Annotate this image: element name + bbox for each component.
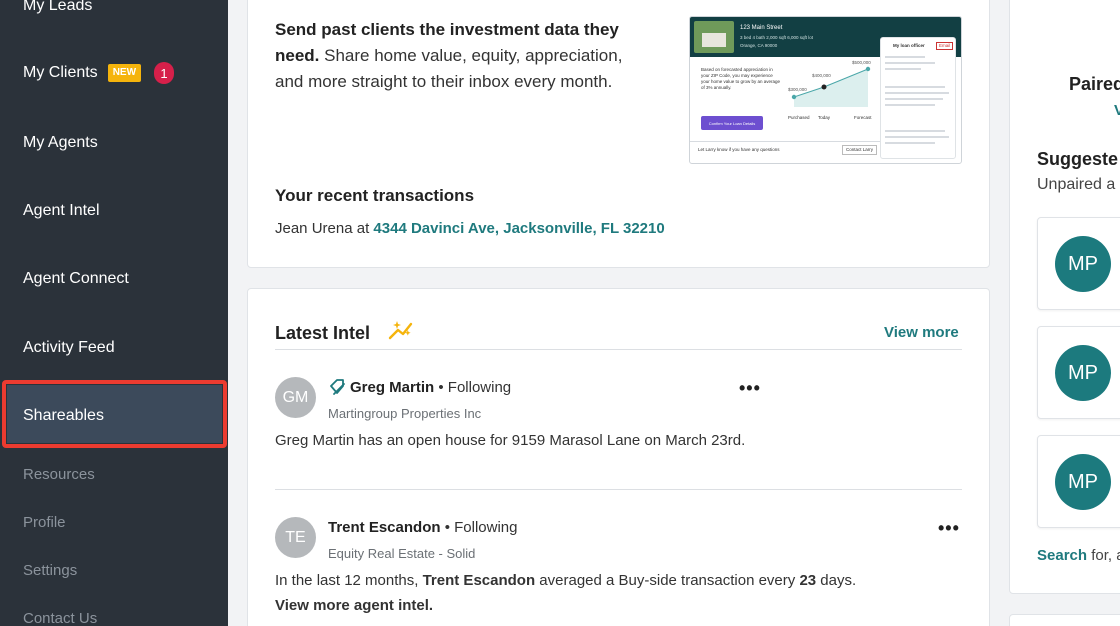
search-rest: for, a — [1091, 547, 1120, 564]
sidebar-item-resources[interactable]: Resources — [23, 466, 95, 483]
more-options-icon[interactable]: ••• — [739, 378, 761, 399]
sidebar-item-my-agents[interactable]: My Agents — [23, 134, 98, 152]
body-text: In the last 12 months, — [275, 572, 423, 589]
loan-officer-panel: My loan officer Email — [880, 37, 956, 159]
sparkle-icon — [388, 321, 413, 340]
transaction-row: Jean Urena at 4344 Davinci Ave, Jacksonv… — [275, 220, 665, 237]
sidebar-item-contact-us[interactable]: Contact Us — [23, 610, 97, 626]
preview-label-purchased: Purchased — [788, 115, 810, 120]
preview-address: 123 Main Street — [740, 25, 783, 31]
avatar[interactable]: GM — [275, 377, 316, 418]
author-name-link[interactable]: Greg Martin — [350, 379, 434, 396]
avatar: MP — [1055, 454, 1111, 510]
post-body: In the last 12 months, Trent Escandon av… — [275, 572, 856, 589]
paired-title: Paired — [1069, 74, 1120, 94]
panel-line — [885, 142, 935, 144]
preview-specs: 3 bed 4 bath 2,000 sqft 6,000 sqft lot — [740, 35, 814, 40]
sidebar-item-shareables[interactable]: Shareables — [23, 407, 104, 425]
sidebar-item-my-leads[interactable]: My Leads — [23, 0, 92, 15]
email-preview-thumbnail[interactable]: 123 Main Street 3 bed 4 bath 2,000 sqft … — [689, 16, 962, 164]
body-days: 23 — [799, 572, 817, 589]
panel-line — [885, 68, 921, 70]
sidebar-item-label: My Clients — [23, 64, 98, 81]
sidebar-item-label: Activity Feed — [23, 339, 115, 356]
contact-mini-button: Contact Larry — [842, 145, 878, 155]
preview-divider — [690, 141, 880, 142]
sidebar-item-agent-intel[interactable]: Agent Intel — [23, 202, 100, 220]
panel-line — [885, 136, 949, 138]
suggested-title: Suggeste — [1037, 149, 1119, 169]
intel-header-divider — [275, 349, 962, 350]
view-more-link[interactable]: View more — [884, 324, 959, 341]
sidebar-item-agent-connect[interactable]: Agent Connect — [23, 270, 129, 288]
loan-officer-title: My loan officer — [893, 43, 925, 48]
avatar: MP — [1055, 236, 1111, 292]
email-mini-button: Email — [936, 42, 954, 50]
author-name-link[interactable]: Trent Escandon — [328, 519, 441, 536]
sidebar-item-label: My Leads — [23, 0, 93, 14]
post-author: Trent Escandon • Following — [328, 519, 517, 536]
body-text: averaged a Buy-side transaction every — [535, 572, 800, 589]
sidebar-item-label: Profile — [23, 514, 66, 531]
sidebar-item-label: My Agents — [23, 134, 98, 151]
post-author: Greg Martin • Following — [350, 379, 511, 396]
panel-line — [885, 92, 949, 94]
preview-footer: Let Larry know if you have any questions — [698, 147, 780, 152]
sidebar-item-label: Shareables — [23, 407, 104, 424]
right-panel-card-2 — [1009, 614, 1120, 626]
paired-link[interactable]: V — [1114, 102, 1120, 119]
preview-body: Based on forecasted appreciation in your… — [701, 67, 781, 90]
follow-status: • Following — [444, 519, 518, 536]
body-text: days. — [816, 572, 857, 589]
sidebar — [0, 0, 228, 626]
sidebar-item-settings[interactable]: Settings — [23, 562, 77, 579]
home-tag-icon — [330, 379, 345, 395]
body-agent-name: Trent Escandon — [422, 572, 536, 589]
panel-line — [885, 56, 925, 58]
preview-city: Orange, CA 90000 — [740, 43, 778, 48]
sidebar-item-my-clients[interactable]: My Clients NEW 1 — [23, 62, 175, 84]
preview-label-forecast: Forecast — [854, 115, 872, 120]
preview-label-today: Today — [818, 115, 831, 120]
post-divider — [275, 489, 962, 490]
house-photo — [694, 21, 734, 53]
avatar: MP — [1055, 345, 1111, 401]
author-company: Martingroup Properties Inc — [328, 406, 482, 421]
promo-text: Send past clients the investment data th… — [275, 17, 655, 95]
sidebar-item-label: Agent Intel — [23, 202, 100, 219]
sidebar-item-label: Contact Us — [23, 610, 98, 626]
transaction-at: at — [352, 220, 374, 237]
transaction-address-link[interactable]: 4344 Davinci Ave, Jacksonville, FL 32210 — [373, 220, 664, 237]
panel-line — [885, 104, 935, 106]
panel-line — [885, 130, 945, 132]
preview-value-3: $500,000 — [852, 60, 871, 65]
preview-value-2: $400,000 — [812, 73, 831, 78]
sidebar-item-label: Resources — [23, 466, 95, 483]
follow-status: • Following — [438, 379, 512, 396]
search-link[interactable]: Search — [1037, 547, 1087, 564]
unpaired-text: Unpaired a — [1037, 176, 1116, 193]
notification-count-badge: 1 — [154, 62, 175, 84]
sidebar-item-label: Settings — [23, 562, 78, 579]
sidebar-item-activity-feed[interactable]: Activity Feed — [23, 339, 115, 357]
sidebar-item-label: Agent Connect — [23, 270, 129, 287]
panel-line — [885, 62, 935, 64]
panel-line — [885, 86, 945, 88]
preview-value-1: $300,000 — [788, 87, 807, 92]
more-options-icon[interactable]: ••• — [938, 518, 960, 539]
avatar[interactable]: TE — [275, 517, 316, 558]
promo-rest: Share home value, equity, appreciation, … — [275, 46, 623, 91]
view-more-agent-intel-link[interactable]: View more agent intel. — [275, 597, 433, 614]
new-badge: NEW — [107, 64, 142, 82]
sidebar-item-profile[interactable]: Profile — [23, 514, 66, 531]
transaction-agent: Jean Urena — [275, 220, 353, 237]
panel-line — [885, 98, 943, 100]
latest-intel-title: Latest Intel — [275, 323, 371, 343]
confirm-loan-button: Confirm Your Loan Details — [701, 116, 763, 130]
post-body: Greg Martin has an open house for 9159 M… — [275, 432, 746, 449]
recent-transactions-title: Your recent transactions — [275, 186, 475, 205]
search-row: Search for, a — [1037, 547, 1120, 564]
author-company: Equity Real Estate - Solid — [328, 546, 476, 561]
